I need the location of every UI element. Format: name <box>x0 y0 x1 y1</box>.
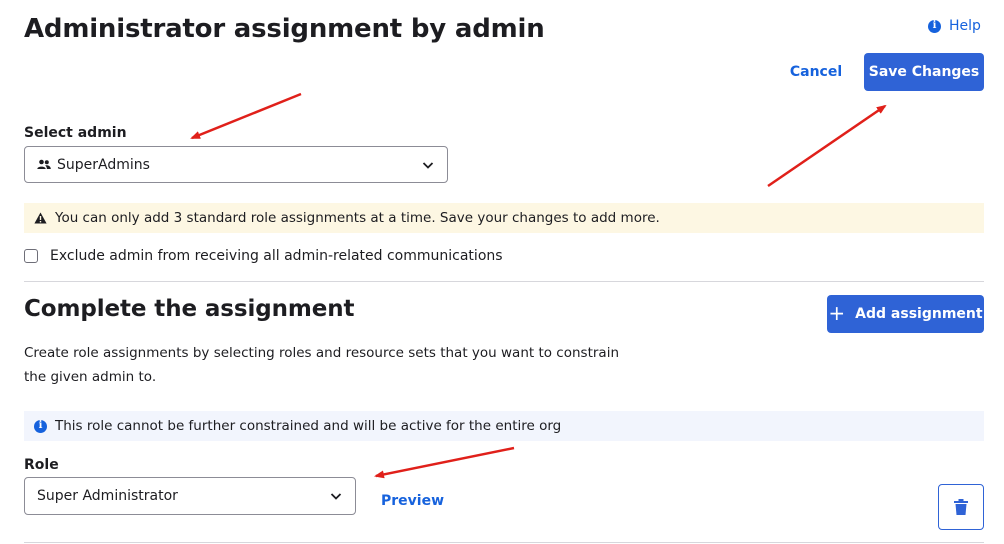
warning-banner: You can only add 3 standard role assignm… <box>24 203 984 233</box>
section-divider <box>24 281 984 282</box>
annotation-arrow <box>767 104 887 188</box>
chevron-down-icon <box>422 161 434 169</box>
select-admin-label: Select admin <box>24 125 127 141</box>
select-admin-value: SuperAdmins <box>57 156 150 173</box>
help-label: Help <box>949 18 981 34</box>
save-changes-button[interactable]: Save Changes <box>864 53 984 91</box>
select-admin-dropdown[interactable]: SuperAdmins <box>24 146 448 183</box>
section-title: Complete the assignment <box>24 296 355 322</box>
trash-icon <box>954 499 968 515</box>
delete-assignment-button[interactable] <box>938 484 984 530</box>
role-dropdown[interactable]: Super Administrator <box>24 477 356 515</box>
group-icon <box>37 159 51 169</box>
assignment-description: Create role assignments by selecting rol… <box>24 345 620 385</box>
bottom-divider <box>24 542 984 543</box>
exclude-admin-checkbox[interactable] <box>24 249 38 263</box>
info-text: This role cannot be further constrained … <box>55 418 562 434</box>
add-assignment-button[interactable]: + Add assignment <box>827 295 984 333</box>
page-title: Administrator assignment by admin <box>24 14 545 44</box>
plus-icon: + <box>828 301 846 325</box>
warning-text: You can only add 3 standard role assignm… <box>55 210 660 226</box>
warning-icon <box>34 212 47 224</box>
help-link[interactable]: i Help <box>928 18 981 34</box>
annotation-arrow <box>374 446 515 479</box>
info-icon: i <box>928 19 941 33</box>
add-assignment-label: Add assignment <box>855 306 983 322</box>
role-value: Super Administrator <box>37 488 178 504</box>
chevron-down-icon <box>330 493 342 500</box>
role-label: Role <box>24 457 59 473</box>
annotation-arrows <box>190 92 887 479</box>
exclude-admin-label[interactable]: Exclude admin from receiving all admin-r… <box>50 248 503 264</box>
info-banner: i This role cannot be further constraine… <box>24 411 984 441</box>
info-icon: i <box>34 419 47 433</box>
cancel-button[interactable]: Cancel <box>780 54 852 90</box>
exclude-admin-row: Exclude admin from receiving all admin-r… <box>24 248 503 264</box>
annotation-arrow <box>190 92 302 140</box>
preview-link[interactable]: Preview <box>381 493 444 509</box>
